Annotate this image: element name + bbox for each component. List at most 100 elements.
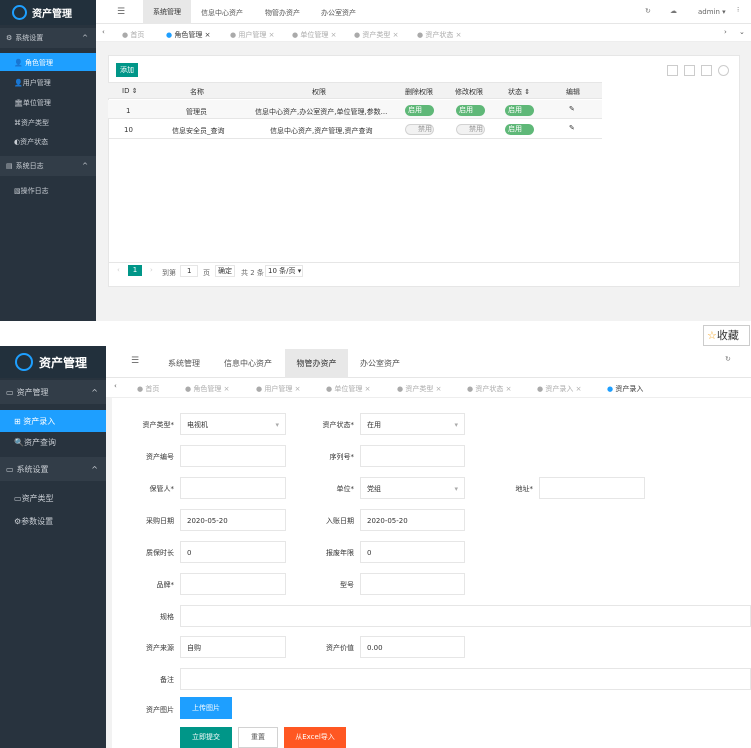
- reset-button[interactable]: 重置: [238, 727, 278, 748]
- refresh-icon[interactable]: ↻: [725, 355, 731, 363]
- tab-scroll-left-icon[interactable]: ‹: [114, 382, 117, 390]
- app-title: 资产管理: [32, 9, 72, 20]
- sidebar-group-system-settings[interactable]: ⚙ 系统设置 ^: [0, 28, 96, 48]
- price-input[interactable]: 0.00: [360, 636, 465, 658]
- edit-icon[interactable]: ✎: [569, 105, 575, 113]
- theme-icon[interactable]: ☁: [670, 7, 677, 15]
- status-toggle[interactable]: 启用: [505, 124, 534, 135]
- sidebar-2: [0, 346, 106, 748]
- more-icon[interactable]: ⁝: [737, 6, 739, 14]
- col-header-status[interactable]: 状态 ⇕: [508, 87, 530, 97]
- sidebar-item-asset-type[interactable]: ⌘资产类型: [14, 118, 49, 128]
- note-input[interactable]: [180, 668, 751, 690]
- unit-select[interactable]: 党组 ▾: [360, 477, 465, 499]
- toggle-label: 启用: [508, 125, 522, 133]
- add-button[interactable]: 添加: [116, 63, 138, 77]
- next-page-icon[interactable]: ›: [150, 266, 153, 274]
- tab-user-management-2[interactable]: ● 用户管理 ×: [256, 384, 300, 394]
- sidebar-item-user-management[interactable]: 👤用户管理: [14, 78, 51, 88]
- export-icon[interactable]: [684, 65, 695, 76]
- tab-scroll-left-icon[interactable]: ‹: [102, 28, 105, 36]
- user-menu[interactable]: admin ▾: [698, 8, 726, 16]
- topnav-label: 物管办资产: [296, 359, 337, 368]
- sidebar-item-asset-status[interactable]: ◐资产状态: [14, 137, 48, 147]
- refresh-icon[interactable]: ↻: [645, 7, 651, 15]
- address-input[interactable]: [539, 477, 645, 499]
- topnav-office[interactable]: 办公室资产: [321, 8, 356, 18]
- purchase-date-input[interactable]: 2020-05-20: [180, 509, 286, 531]
- tab-scroll-right-icon[interactable]: ›: [724, 28, 727, 36]
- tab-home-2[interactable]: ● 首页: [137, 384, 159, 394]
- tab-asset-type-2[interactable]: ● 资产类型 ×: [397, 384, 441, 394]
- tab-asset-entry-active[interactable]: ● 资产录入: [607, 384, 643, 394]
- upload-image-button[interactable]: 上传图片: [180, 697, 232, 719]
- menu-toggle-icon[interactable]: ☰: [131, 356, 139, 366]
- tab-user-management[interactable]: ● 用户管理 ×: [230, 30, 274, 40]
- topnav-system-2[interactable]: 系统管理: [168, 358, 200, 369]
- sidebar-item-label: 操作日志: [20, 187, 49, 195]
- sidebar-group-asset-management[interactable]: ▭ 资产管理 ^: [0, 380, 106, 404]
- sidebar-item-param-settings[interactable]: ⚙参数设置: [14, 516, 53, 527]
- tab-unit-management-2[interactable]: ● 单位管理 ×: [326, 384, 370, 394]
- chevron-down-icon: ▾: [454, 421, 458, 429]
- keeper-input[interactable]: [180, 477, 286, 499]
- info-icon[interactable]: [718, 65, 729, 76]
- tab-home[interactable]: ● 首页: [122, 30, 144, 40]
- status-toggle[interactable]: 启用: [505, 105, 534, 116]
- topnav-property-2[interactable]: 物管办资产: [285, 349, 348, 378]
- sidebar-item-role-management[interactable]: 👤 角色管理: [0, 53, 96, 71]
- source-input[interactable]: 自购: [180, 636, 286, 658]
- model-input[interactable]: [360, 573, 465, 595]
- topnav-system[interactable]: 系统管理: [143, 0, 191, 24]
- page-size-select[interactable]: 10 条/页 ▾: [265, 265, 303, 277]
- serial-no-input[interactable]: [360, 445, 465, 467]
- favorite-button[interactable]: ☆收藏: [703, 325, 750, 346]
- delete-perm-toggle[interactable]: 启用: [405, 105, 434, 116]
- columns-icon[interactable]: [667, 65, 678, 76]
- tab-unit-management[interactable]: ● 单位管理 ×: [292, 30, 336, 40]
- spec-input[interactable]: [180, 605, 751, 627]
- sidebar-group-system-settings-2[interactable]: ▭ 系统设置 ^: [0, 457, 106, 481]
- tab-role-management[interactable]: ● 角色管理 ×: [166, 30, 210, 40]
- page-current[interactable]: 1: [128, 265, 142, 276]
- tab-asset-status-2[interactable]: ● 资产状态 ×: [467, 384, 511, 394]
- sidebar-group-label: 资产管理: [16, 387, 49, 397]
- import-excel-button[interactable]: 从Excel导入: [284, 727, 346, 748]
- col-header-permission: 权限: [312, 88, 326, 96]
- topnav-info-center-2[interactable]: 信息中心资产: [224, 358, 272, 369]
- edit-icon[interactable]: ✎: [569, 124, 575, 132]
- topnav-property[interactable]: 物管办资产: [265, 8, 300, 18]
- modify-perm-toggle[interactable]: 禁用: [456, 124, 485, 135]
- sidebar-item-unit-management[interactable]: 🏛单位管理: [14, 98, 51, 108]
- prev-page-icon[interactable]: ‹: [117, 266, 120, 274]
- tab-asset-status[interactable]: ● 资产状态 ×: [417, 30, 461, 40]
- sidebar-item-asset-entry[interactable]: ⊞ 资产录入: [0, 410, 106, 432]
- menu-toggle-icon[interactable]: ☰: [117, 7, 125, 17]
- tab-asset-type[interactable]: ● 资产类型 ×: [354, 30, 398, 40]
- submit-button[interactable]: 立即提交: [180, 727, 232, 748]
- col-header-id[interactable]: ID ⇕: [122, 87, 138, 95]
- goto-input[interactable]: 1: [180, 265, 198, 277]
- asset-type-select[interactable]: 电视机 ▾: [180, 413, 286, 435]
- brand-input[interactable]: [180, 573, 286, 595]
- tab-label: 资产录入: [545, 385, 574, 393]
- sidebar-item-operation-log[interactable]: ▧操作日志: [14, 186, 49, 196]
- sidebar-group-system-log[interactable]: ▤ 系统日志 ^: [0, 156, 96, 176]
- sidebar-item-asset-type-2[interactable]: ▭资产类型: [14, 493, 54, 504]
- warranty-input[interactable]: 0: [180, 541, 286, 563]
- chevron-up-icon: ^: [91, 464, 98, 474]
- asset-no-input[interactable]: [180, 445, 286, 467]
- topnav-office-2[interactable]: 办公室资产: [360, 358, 400, 369]
- tab-more-icon[interactable]: ⌄: [739, 28, 745, 36]
- tab-role-management-2[interactable]: ● 角色管理 ×: [185, 384, 229, 394]
- scrap-years-input[interactable]: 0: [360, 541, 465, 563]
- topnav-info-center[interactable]: 信息中心资产: [201, 8, 243, 18]
- entry-date-input[interactable]: 2020-05-20: [360, 509, 465, 531]
- delete-perm-toggle[interactable]: 禁用: [405, 124, 434, 135]
- asset-status-select[interactable]: 在用 ▾: [360, 413, 465, 435]
- print-icon[interactable]: [701, 65, 712, 76]
- tab-asset-entry-2[interactable]: ● 资产录入 ×: [537, 384, 581, 394]
- goto-confirm-button[interactable]: 确定: [215, 265, 235, 277]
- modify-perm-toggle[interactable]: 启用: [456, 105, 485, 116]
- sidebar-item-asset-query[interactable]: 🔍资产查询: [14, 437, 56, 448]
